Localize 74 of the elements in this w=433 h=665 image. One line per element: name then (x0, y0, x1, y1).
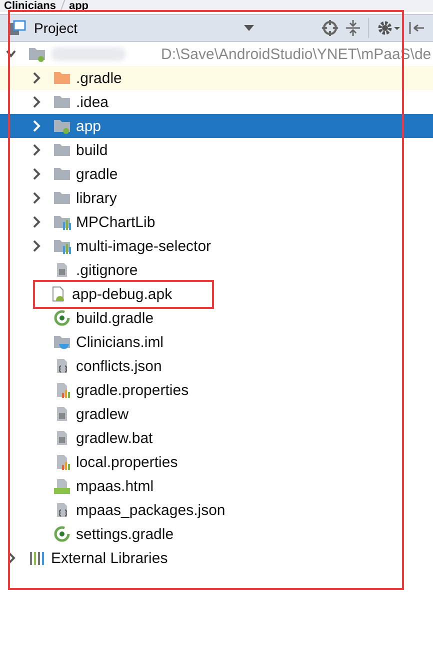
tree-item[interactable]: gradlew (0, 402, 433, 426)
tree-item[interactable]: gradle (0, 162, 433, 186)
gradle-icon (53, 310, 71, 326)
tree-item[interactable]: build.gradle (0, 306, 433, 330)
item-name: library (76, 190, 117, 206)
dropdown-caret-icon[interactable] (244, 25, 254, 31)
tree-item[interactable]: conflicts.json (0, 354, 433, 378)
item-name: conflicts.json (76, 358, 162, 374)
gradle-icon (53, 526, 71, 542)
module-file-icon (53, 334, 71, 350)
tree-item[interactable]: .gitignore (0, 258, 433, 282)
library-folder-icon (53, 214, 71, 230)
folder-icon (53, 70, 71, 86)
tree-item[interactable]: mpaas_packages.json (0, 498, 433, 522)
module-folder-icon (53, 118, 71, 134)
chevron-icon[interactable] (31, 96, 41, 108)
tree-item[interactable]: mpaas.html (0, 474, 433, 498)
item-name: build.gradle (76, 310, 154, 326)
crosshair-icon[interactable] (322, 20, 338, 36)
chevron-icon[interactable] (31, 216, 41, 228)
tree-item[interactable]: .idea (0, 90, 433, 114)
folder-icon (53, 190, 71, 206)
folder-icon (53, 142, 71, 158)
breadcrumb-item[interactable]: app (68, 0, 89, 12)
html-file-icon (53, 478, 71, 494)
chevron-icon[interactable] (31, 120, 41, 132)
item-name: app-debug.apk (72, 286, 172, 302)
collapse-all-icon[interactable] (346, 20, 360, 36)
item-name: gradlew.bat (76, 430, 153, 446)
tree-item[interactable]: multi-image-selector (0, 234, 433, 258)
tree-item[interactable]: gradle.properties (0, 378, 433, 402)
item-name: build (76, 142, 108, 158)
tree-item[interactable]: build (0, 138, 433, 162)
item-name: mpaas.html (76, 478, 154, 494)
tree-item[interactable]: library (0, 186, 433, 210)
item-name: .idea (76, 94, 109, 110)
gear-icon[interactable] (377, 20, 401, 36)
item-name: app (76, 118, 102, 134)
project-view-icon[interactable] (8, 20, 26, 36)
item-name: External Libraries (51, 550, 168, 566)
chevron-icon[interactable] (31, 168, 41, 180)
chevron-icon[interactable] (31, 144, 41, 156)
library-folder-icon (53, 238, 71, 254)
tree-item[interactable]: settings.gradle (0, 522, 433, 546)
breadcrumb-item[interactable]: Clinicians (4, 0, 56, 12)
hide-panel-icon[interactable] (409, 20, 425, 36)
item-name: gradle.properties (76, 382, 189, 398)
module-folder-icon (28, 46, 46, 62)
panel-title[interactable]: Project (34, 20, 78, 36)
item-name: MPChartLib (76, 214, 156, 230)
item-name: mpaas_packages.json (76, 502, 226, 518)
chevron-icon[interactable] (6, 48, 16, 60)
tree-item[interactable]: local.properties (0, 450, 433, 474)
chevron-icon[interactable] (31, 240, 41, 252)
item-name: .gitignore (76, 262, 138, 278)
folder-icon (53, 166, 71, 182)
item-name: gradlew (76, 406, 129, 422)
tree-item[interactable]: Clinicians.iml (0, 330, 433, 354)
folder-icon (53, 94, 71, 110)
item-name: .gradle (76, 70, 122, 86)
chevron-icon[interactable] (31, 192, 41, 204)
item-name: settings.gradle (76, 526, 174, 542)
chevron-icon[interactable] (31, 72, 41, 84)
item-name: local.properties (76, 454, 178, 470)
item-name: Clinicians.iml (76, 334, 164, 350)
tree-item[interactable]: .gradle (0, 66, 433, 90)
tree-item[interactable]: External Libraries (0, 546, 433, 570)
tree-item[interactable]: MPChartLib (0, 210, 433, 234)
item-name: multi-image-selector (76, 238, 212, 254)
item-name: gradle (76, 166, 118, 182)
tree-item[interactable]: app-debug.apk (0, 282, 433, 306)
tree-item[interactable]: app (0, 114, 433, 138)
libraries-icon (28, 550, 46, 566)
tree-item[interactable]: gradlew.bat (0, 426, 433, 450)
